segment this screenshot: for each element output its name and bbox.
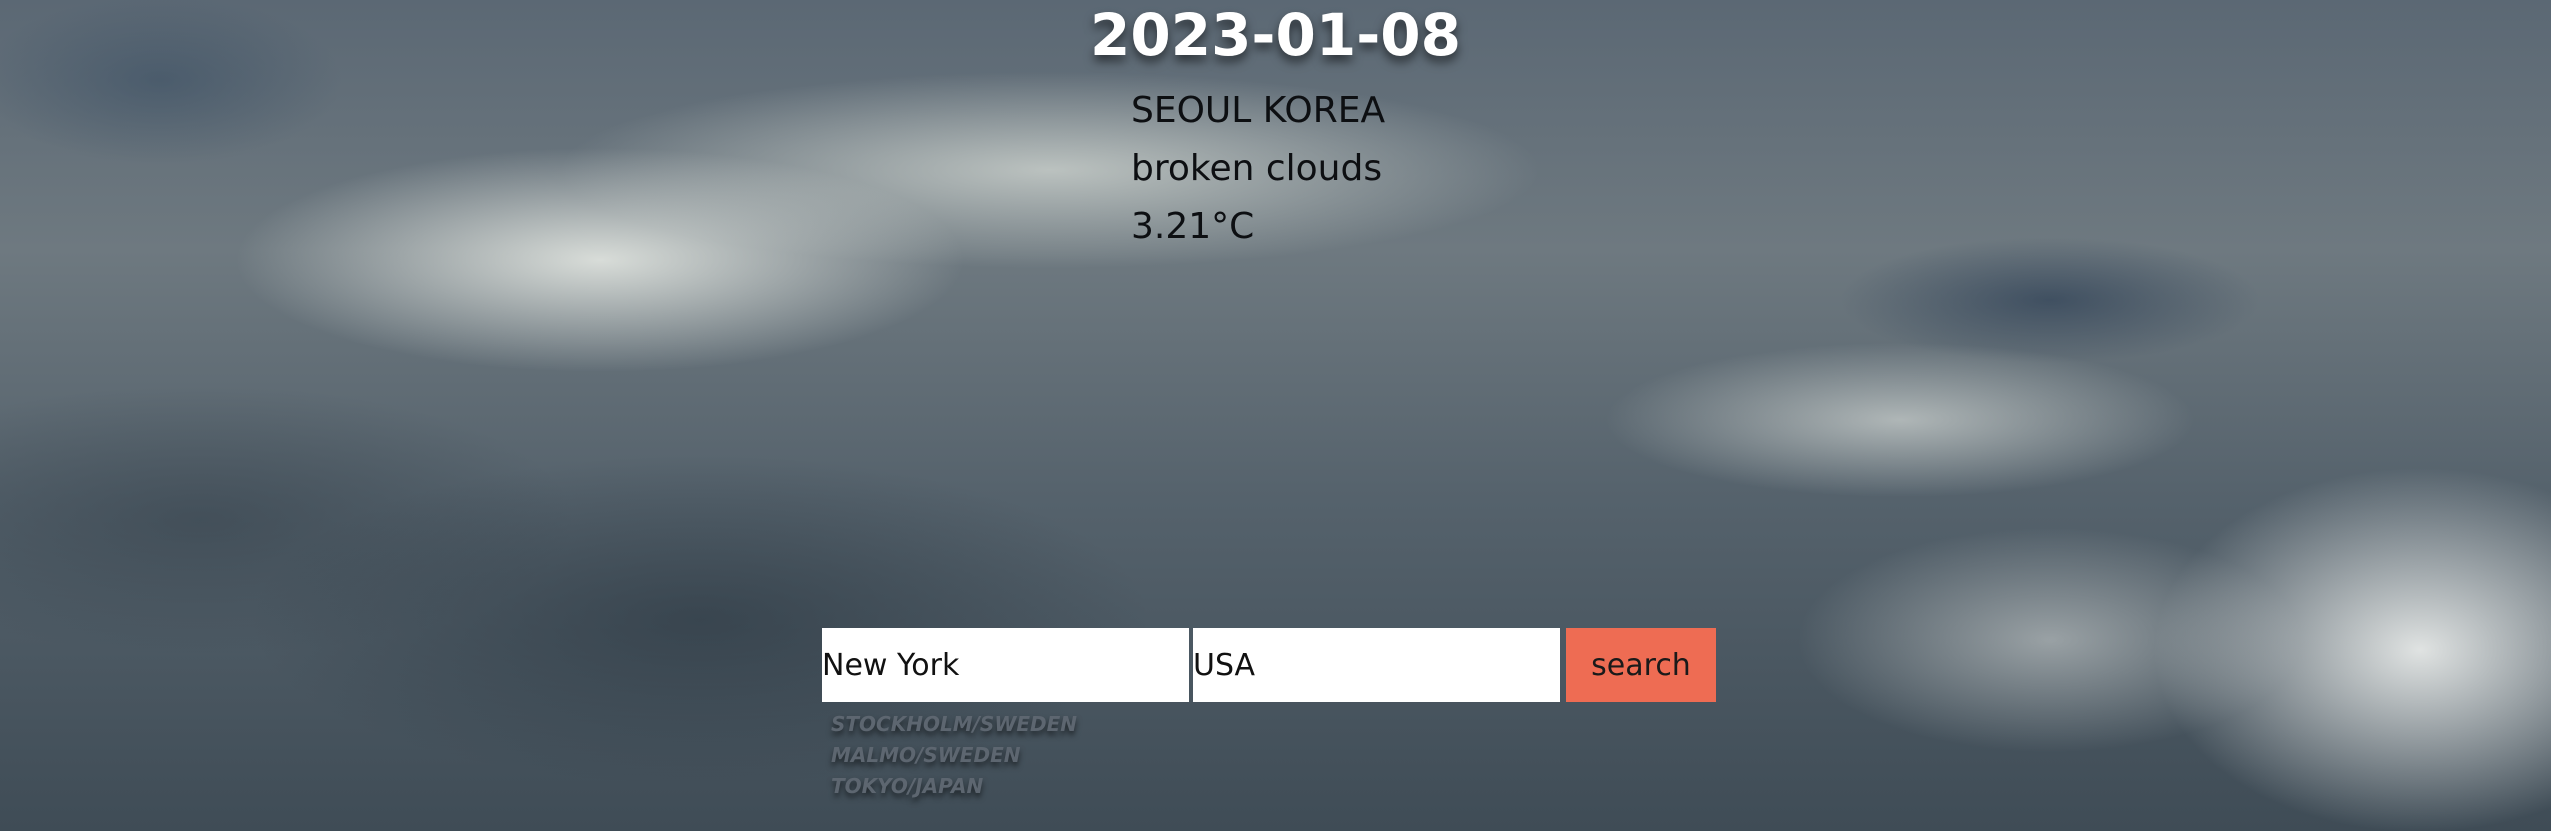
suggestion-list: STOCKHOLM/SWEDEN MALMO/SWEDEN TOKYO/JAPA… [831,709,1077,802]
suggestion-malmo[interactable]: MALMO/SWEDEN [831,740,1077,771]
current-date: 2023-01-08 [1090,1,1461,69]
country-input[interactable] [1193,628,1560,702]
city-input[interactable] [822,628,1189,702]
temperature-value: 3.21°C [1131,206,1255,247]
location-label: SEOUL KOREA [1131,90,1386,131]
weather-description: broken clouds [1131,148,1383,189]
suggestion-tokyo[interactable]: TOKYO/JAPAN [831,771,1077,802]
weather-info: SEOUL KOREA broken clouds 3.21°C [1131,82,1385,256]
search-form: search [822,628,1716,702]
suggestion-stockholm[interactable]: STOCKHOLM/SWEDEN [831,709,1077,740]
search-button[interactable]: search [1566,628,1716,702]
